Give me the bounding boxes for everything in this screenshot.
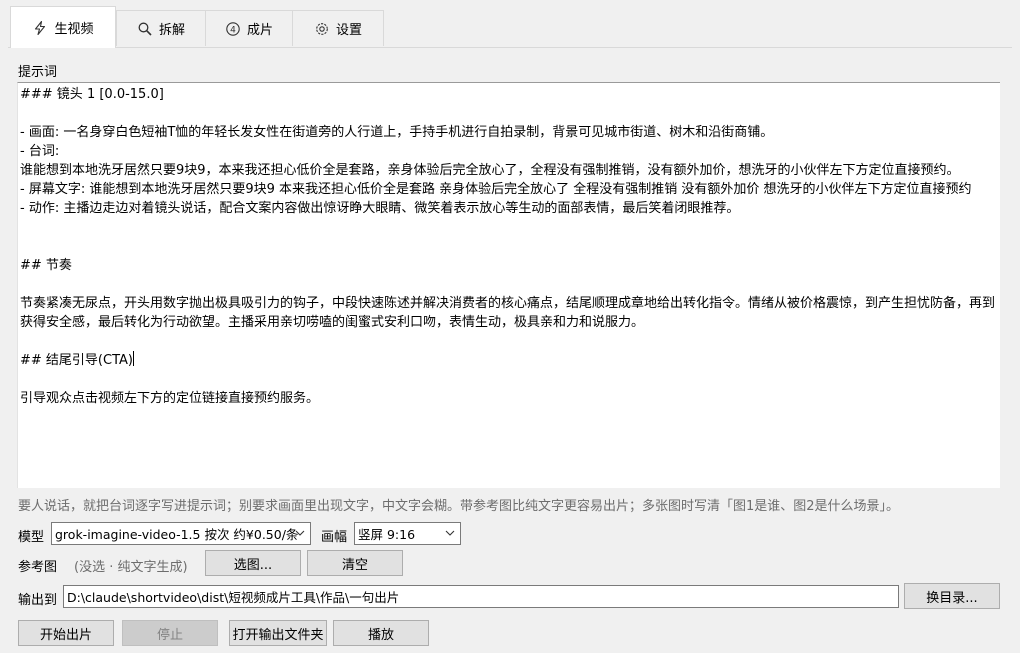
aspect-select-value: 竖屏 9:16 bbox=[358, 527, 416, 542]
aspect-label: 画幅 bbox=[321, 530, 348, 545]
prompt-line: 谁能想到本地洗牙居然只要9块9，本来我还担心低价全是套路，亲身体验后完全放心了，… bbox=[20, 163, 960, 178]
stop-button[interactable]: 停止 bbox=[122, 620, 218, 646]
text-caret bbox=[132, 351, 134, 366]
output-path-value: D:\claude\shortvideo\dist\短视频成片工具\作品\一句出… bbox=[67, 590, 400, 605]
output-path-field[interactable]: D:\claude\shortvideo\dist\短视频成片工具\作品\一句出… bbox=[63, 585, 899, 608]
model-select[interactable]: grok-imagine-video-1.5 按次 约¥0.50/条 bbox=[51, 522, 311, 545]
chevron-down-icon bbox=[445, 527, 455, 539]
tab-label: 成片 bbox=[246, 23, 273, 38]
gear-icon bbox=[314, 21, 330, 37]
tab-breakdown[interactable]: 拆解 bbox=[116, 10, 206, 46]
prompt-hint: 要人说话，就把台词逐字写进提示词；别要求画面里出现文字，中文字会糊。带参考图比纯… bbox=[18, 499, 900, 514]
start-button[interactable]: 开始出片 bbox=[18, 620, 114, 646]
prompt-line: - 台词: bbox=[20, 144, 60, 159]
tab-final-cut[interactable]: 4 成片 bbox=[205, 10, 293, 46]
prompt-line: - 画面: 一名身穿白色短袖T恤的年轻长发女性在街道旁的人行道上，手持手机进行自… bbox=[20, 125, 774, 140]
bolt-icon bbox=[32, 20, 48, 36]
output-label: 输出到 bbox=[18, 593, 58, 608]
prompt-line: 获得安全感，最后转化为行动欲望。主播采用亲切唠嗑的闺蜜式安利口吻，表情生动，极具… bbox=[20, 315, 645, 330]
prompt-editor[interactable]: ### 镜头 1 [0.0-15.0] - 画面: 一名身穿白色短袖T恤的年轻长… bbox=[17, 82, 1000, 488]
choose-image-button[interactable]: 选图... bbox=[205, 550, 301, 576]
reference-label: 参考图 bbox=[18, 560, 58, 575]
prompt-line: 节奏紧凑无尿点，开头用数字抛出极具吸引力的钩子，中段快速陈述并解决消费者的核心痛… bbox=[20, 296, 996, 311]
prompt-line: ## 结尾引导(CTA) bbox=[20, 353, 133, 368]
model-label: 模型 bbox=[18, 530, 45, 545]
tab-settings[interactable]: 设置 bbox=[292, 10, 384, 46]
prompt-line: - 动作: 主播边走边对着镜头说话，配合文案内容做出惊讶睁大眼睛、微笑着表示放心… bbox=[20, 201, 740, 216]
prompt-line: - 屏幕文字: 谁能想到本地洗牙居然只要9块9 本来我还担心低价全是套路 亲身体… bbox=[20, 182, 972, 197]
change-directory-button[interactable]: 换目录... bbox=[904, 583, 1000, 609]
prompt-line: 引导观众点击视频左下方的定位链接直接预约服务。 bbox=[20, 391, 320, 406]
search-icon bbox=[137, 21, 153, 37]
tab-label: 拆解 bbox=[158, 23, 185, 38]
chevron-down-icon bbox=[295, 527, 305, 539]
tab-label: 设置 bbox=[335, 23, 362, 38]
reference-status: (没选 · 纯文字生成) bbox=[74, 560, 188, 575]
tab-label: 生视频 bbox=[54, 22, 94, 37]
svg-text:4: 4 bbox=[230, 25, 236, 35]
clear-images-button[interactable]: 清空 bbox=[307, 550, 403, 576]
prompt-label: 提示词 bbox=[18, 65, 58, 80]
prompt-line-cta: ## 结尾引导(CTA) bbox=[20, 351, 134, 370]
prompt-line: ## 节奏 bbox=[20, 258, 72, 273]
tab-generate-video[interactable]: 生视频 bbox=[10, 6, 116, 48]
circled-four-icon: 4 bbox=[225, 21, 241, 37]
aspect-select[interactable]: 竖屏 9:16 bbox=[354, 522, 461, 545]
prompt-line: ### 镜头 1 [0.0-15.0] bbox=[20, 87, 164, 102]
open-output-folder-button[interactable]: 打开输出文件夹 bbox=[229, 620, 327, 646]
model-select-value: grok-imagine-video-1.5 按次 约¥0.50/条 bbox=[55, 527, 299, 542]
play-button[interactable]: 播放 bbox=[333, 620, 429, 646]
tab-bar: 生视频 拆解 4 成片 设置 bbox=[0, 0, 1020, 48]
